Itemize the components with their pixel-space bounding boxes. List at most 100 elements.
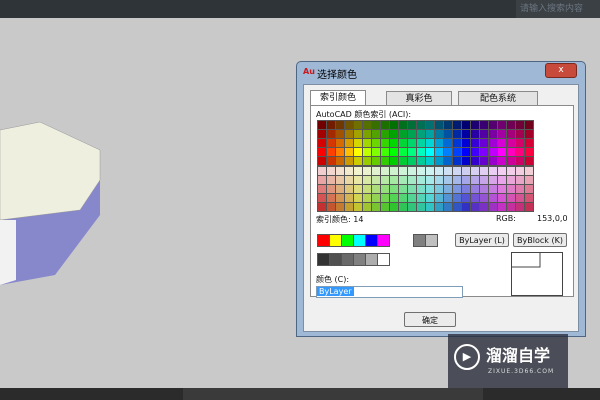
color-swatch[interactable] [353,129,363,139]
color-swatch[interactable] [488,184,498,194]
color-swatch[interactable] [416,202,426,212]
color-swatch[interactable] [506,147,516,157]
color-swatch[interactable] [407,138,417,148]
color-swatch[interactable] [524,156,534,166]
color-swatch[interactable] [479,193,489,203]
color-swatch[interactable] [479,156,489,166]
color-swatch[interactable] [389,138,399,148]
color-swatch[interactable] [515,193,525,203]
gray-shade-swatch[interactable] [377,253,390,266]
color-swatch[interactable] [452,166,462,176]
color-swatch[interactable] [344,175,354,185]
color-swatch[interactable] [488,193,498,203]
color-swatch[interactable] [461,147,471,157]
color-swatch[interactable] [317,184,327,194]
color-swatch[interactable] [362,202,372,212]
color-swatch[interactable] [389,156,399,166]
color-swatch[interactable] [326,175,336,185]
color-swatch[interactable] [425,184,435,194]
color-swatch[interactable] [380,129,390,139]
color-swatch[interactable] [524,147,534,157]
color-swatch[interactable] [470,166,480,176]
color-swatch[interactable] [515,138,525,148]
color-swatch[interactable] [380,138,390,148]
color-swatch[interactable] [362,166,372,176]
color-swatch[interactable] [443,175,453,185]
color-swatch[interactable] [488,202,498,212]
color-swatch[interactable] [416,166,426,176]
color-swatch[interactable] [353,166,363,176]
color-swatch[interactable] [326,193,336,203]
color-swatch[interactable] [461,202,471,212]
color-swatch[interactable] [398,166,408,176]
color-swatch[interactable] [398,129,408,139]
color-swatch[interactable] [515,120,525,130]
color-swatch[interactable] [461,138,471,148]
color-swatch[interactable] [317,175,327,185]
color-swatch[interactable] [461,166,471,176]
color-swatch[interactable] [488,120,498,130]
color-swatch[interactable] [470,184,480,194]
white-black-swatch[interactable] [425,234,438,247]
color-swatch[interactable] [353,120,363,130]
color-swatch[interactable] [317,202,327,212]
color-swatch[interactable] [398,175,408,185]
color-swatch[interactable] [398,193,408,203]
color-swatch[interactable] [335,129,345,139]
color-swatch[interactable] [506,184,516,194]
color-swatch[interactable] [479,120,489,130]
color-swatch[interactable] [506,156,516,166]
color-swatch[interactable] [497,147,507,157]
color-swatch[interactable] [380,175,390,185]
color-swatch[interactable] [479,184,489,194]
standard-color-swatch[interactable] [365,234,378,247]
color-swatch[interactable] [317,147,327,157]
color-swatch[interactable] [389,193,399,203]
color-swatch[interactable] [515,147,525,157]
color-swatch[interactable] [479,147,489,157]
color-swatch[interactable] [524,138,534,148]
color-swatch[interactable] [524,129,534,139]
color-swatch[interactable] [434,175,444,185]
color-swatch[interactable] [425,156,435,166]
color-swatch[interactable] [434,147,444,157]
color-swatch[interactable] [407,156,417,166]
color-swatch[interactable] [470,156,480,166]
color-swatch[interactable] [524,120,534,130]
color-swatch[interactable] [344,166,354,176]
color-swatch[interactable] [425,193,435,203]
color-swatch[interactable] [497,120,507,130]
color-swatch[interactable] [362,175,372,185]
color-swatch[interactable] [506,138,516,148]
color-swatch[interactable] [515,156,525,166]
color-swatch[interactable] [407,202,417,212]
color-swatch[interactable] [488,129,498,139]
color-swatch[interactable] [335,166,345,176]
color-swatch[interactable] [389,202,399,212]
color-swatch[interactable] [470,138,480,148]
color-swatch[interactable] [461,193,471,203]
color-swatch[interactable] [515,166,525,176]
search-box[interactable]: 请输入搜索内容 [516,0,600,18]
color-swatch[interactable] [407,166,417,176]
color-swatch[interactable] [407,129,417,139]
color-swatch[interactable] [479,138,489,148]
color-swatch[interactable] [317,138,327,148]
color-swatch[interactable] [506,120,516,130]
color-swatch[interactable] [416,175,426,185]
color-swatch[interactable] [353,184,363,194]
color-swatch[interactable] [344,193,354,203]
color-swatch[interactable] [362,129,372,139]
color-swatch[interactable] [353,193,363,203]
color-swatch[interactable] [326,120,336,130]
ok-button[interactable]: 确定 [404,312,456,327]
color-swatch[interactable] [416,138,426,148]
color-input[interactable]: ByLayer [316,286,463,298]
color-swatch[interactable] [452,147,462,157]
byblock-button[interactable]: ByBlock (K) [513,233,567,247]
color-swatch[interactable] [434,138,444,148]
color-swatch[interactable] [443,156,453,166]
color-swatch[interactable] [380,202,390,212]
color-swatch[interactable] [425,202,435,212]
color-swatch[interactable] [353,156,363,166]
